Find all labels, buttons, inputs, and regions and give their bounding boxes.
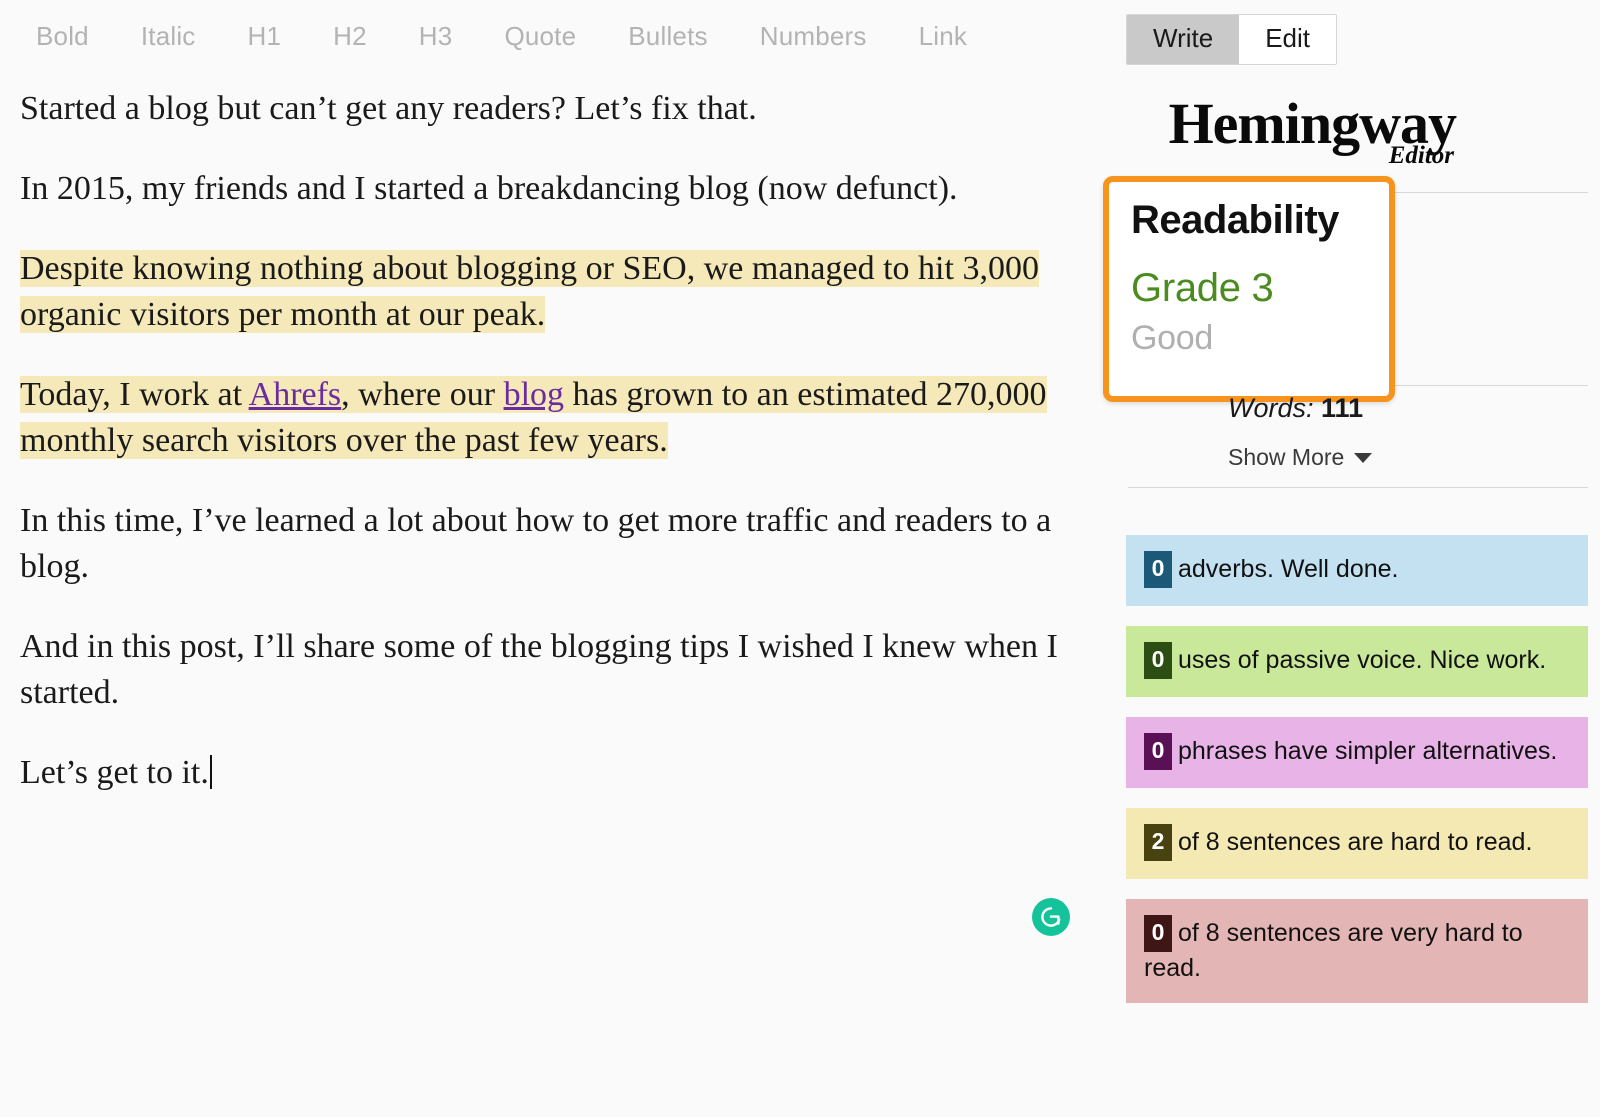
readability-title: Readability bbox=[1131, 198, 1339, 242]
readability-verdict: Good bbox=[1131, 319, 1213, 357]
format-button-bold[interactable]: Bold bbox=[36, 21, 89, 52]
format-button-link[interactable]: Link bbox=[919, 21, 968, 52]
stat-card-passive-voice[interactable]: 0 uses of passive voice. Nice work. bbox=[1126, 626, 1588, 697]
mode-toggle: Write Edit bbox=[1126, 14, 1338, 65]
stat-badge-very-hard-sentences: 0 bbox=[1144, 915, 1172, 952]
paragraph-7-text: Let’s get to it. bbox=[20, 754, 209, 791]
paragraph-4[interactable]: Today, I work at Ahrefs, where our blog … bbox=[20, 372, 1070, 464]
hemingway-logo: Hemingway Editor bbox=[1126, 95, 1457, 169]
tab-write[interactable]: Write bbox=[1127, 15, 1240, 64]
stat-text-passive-voice: uses of passive voice. Nice work. bbox=[1178, 646, 1547, 674]
stat-text-adverbs: adverbs. Well done. bbox=[1178, 555, 1399, 583]
link-ahrefs[interactable]: Ahrefs bbox=[249, 376, 342, 413]
paragraph-1[interactable]: Started a blog but can’t get any readers… bbox=[20, 86, 1070, 132]
paragraph-5[interactable]: In this time, I’ve learned a lot about h… bbox=[20, 498, 1070, 590]
word-count-value: 111 bbox=[1321, 393, 1364, 423]
paragraph-3-text: Despite knowing nothing about blogging o… bbox=[20, 250, 1039, 333]
stat-card-adverbs[interactable]: 0 adverbs. Well done. bbox=[1126, 535, 1588, 606]
text-cursor bbox=[209, 755, 212, 789]
stat-badge-hard-sentences: 2 bbox=[1144, 824, 1172, 861]
paragraph-3[interactable]: Despite knowing nothing about blogging o… bbox=[20, 246, 1070, 338]
stat-card-list: 0 adverbs. Well done. 0 uses of passive vo… bbox=[1126, 535, 1588, 1023]
readability-card: Readability Grade 3 Good bbox=[1103, 176, 1395, 402]
paragraph-5-text: In this time, I’ve learned a lot about h… bbox=[20, 502, 1052, 585]
format-button-h3[interactable]: H3 bbox=[419, 21, 453, 52]
show-more-button[interactable]: Show More bbox=[1228, 444, 1373, 471]
show-more-label: Show More bbox=[1228, 444, 1345, 470]
grammarly-g-icon[interactable] bbox=[1032, 898, 1070, 936]
format-button-bullets[interactable]: Bullets bbox=[628, 21, 707, 52]
paragraph-6[interactable]: And in this post, I’ll share some of the… bbox=[20, 624, 1070, 716]
paragraph-2[interactable]: In 2015, my friends and I started a brea… bbox=[20, 166, 1070, 212]
format-button-italic[interactable]: Italic bbox=[141, 21, 196, 52]
paragraph-6-text: And in this post, I’ll share some of the… bbox=[20, 628, 1058, 711]
stat-card-hard-sentences[interactable]: 2 of 8 sentences are hard to read. bbox=[1126, 808, 1588, 879]
paragraph-1-text: Started a blog but can’t get any readers… bbox=[20, 90, 757, 127]
sidebar-divider-bottom bbox=[1128, 487, 1588, 488]
stat-badge-adverbs: 0 bbox=[1144, 551, 1172, 588]
tab-edit[interactable]: Edit bbox=[1239, 15, 1337, 64]
readability-grade: Grade 3 bbox=[1131, 266, 1274, 310]
paragraph-4-segment-2: , where our bbox=[341, 376, 504, 413]
paragraph-4-highlight: Today, I work at Ahrefs, where our blog … bbox=[20, 376, 1047, 459]
format-button-numbers[interactable]: Numbers bbox=[760, 21, 867, 52]
word-count-label: Words: bbox=[1228, 393, 1314, 423]
word-count: Words: 111 bbox=[1228, 393, 1363, 424]
format-button-quote[interactable]: Quote bbox=[504, 21, 576, 52]
format-toolbar: Bold Italic H1 H2 H3 Quote Bullets Numbe… bbox=[0, 0, 1100, 72]
paragraph-2-text: In 2015, my friends and I started a brea… bbox=[20, 170, 958, 207]
link-blog[interactable]: blog bbox=[504, 376, 564, 413]
analysis-sidebar: Write Edit Hemingway Editor Readability … bbox=[1100, 0, 1600, 1117]
format-button-h2[interactable]: H2 bbox=[333, 21, 367, 52]
stat-text-simpler-alternatives: phrases have simpler alternatives. bbox=[1178, 737, 1558, 765]
paragraph-4-segment-1: Today, I work at bbox=[20, 376, 249, 413]
chevron-down-icon bbox=[1354, 452, 1373, 463]
editor-pane: Bold Italic H1 H2 H3 Quote Bullets Numbe… bbox=[0, 0, 1100, 1117]
stat-card-simpler-alternatives[interactable]: 0 phrases have simpler alternatives. bbox=[1126, 717, 1588, 788]
document-text-area[interactable]: Started a blog but can’t get any readers… bbox=[0, 86, 1100, 830]
stat-badge-simpler-alternatives: 0 bbox=[1144, 733, 1172, 770]
stat-text-very-hard-sentences: of 8 sentences are very hard to read. bbox=[1144, 919, 1523, 982]
paragraph-7[interactable]: Let’s get to it. bbox=[20, 750, 1070, 796]
stat-card-very-hard-sentences[interactable]: 0 of 8 sentences are very hard to read. bbox=[1126, 899, 1588, 1003]
format-button-h1[interactable]: H1 bbox=[248, 21, 282, 52]
stat-badge-passive-voice: 0 bbox=[1144, 642, 1172, 679]
stat-text-hard-sentences: of 8 sentences are hard to read. bbox=[1178, 828, 1533, 856]
